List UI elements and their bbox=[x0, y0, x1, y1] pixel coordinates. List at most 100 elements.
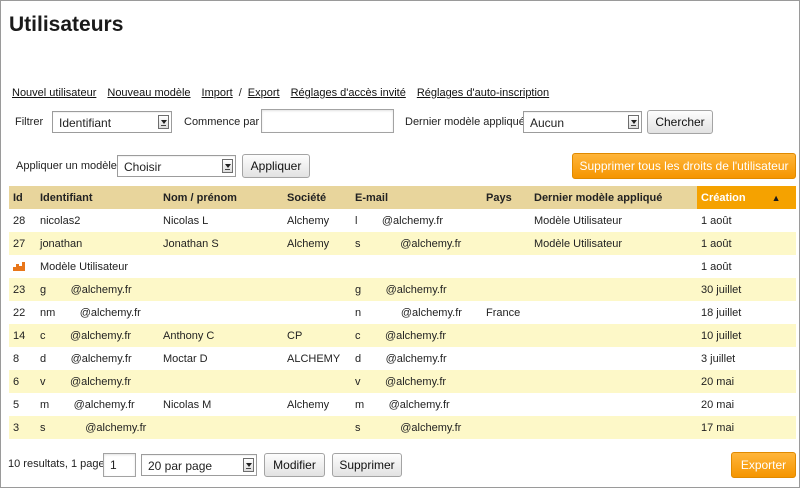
table-row[interactable]: 23 g @alchemy.fr g @alchemy.fr 30 juillet bbox=[9, 278, 796, 301]
cell-pays bbox=[482, 278, 530, 301]
cell-email: s @alchemy.fr bbox=[351, 232, 482, 255]
cell-pays bbox=[482, 209, 530, 232]
column-header-creation[interactable]: Création ▲ bbox=[697, 186, 796, 209]
cell-nom-text: Moctar D bbox=[163, 352, 208, 365]
cell-creation-text: 1 août bbox=[701, 214, 732, 227]
cell-creation-text: 20 mai bbox=[701, 398, 735, 411]
cell-societe-text: Alchemy bbox=[287, 214, 330, 227]
delete-button[interactable]: Supprimer bbox=[332, 453, 402, 477]
table-row[interactable]: 22 nm @alchemy.fr n @alchemy.fr France 18 ju… bbox=[9, 301, 796, 324]
page-number-input[interactable]: 1 bbox=[103, 453, 136, 477]
table-header-row: Id Identifiant Nom / prénom Société E-ma… bbox=[9, 186, 796, 209]
column-header-identifiant[interactable]: Identifiant bbox=[36, 186, 159, 209]
new-model-link[interactable]: Nouveau modèle bbox=[107, 87, 190, 99]
dropdown-arrow-icon bbox=[243, 458, 254, 472]
cell-pays bbox=[482, 393, 530, 416]
export-button[interactable]: Exporter bbox=[731, 452, 796, 478]
remove-all-rights-button[interactable]: Supprimer tous les droits de l'utilisate… bbox=[572, 153, 796, 179]
cell-identifiant: m @alchemy.fr bbox=[36, 393, 159, 416]
cell-identifiant-text: v @alchemy.fr bbox=[40, 375, 132, 388]
cell-creation: 1 août bbox=[697, 232, 796, 255]
cell-dernier-modele: Modèle Utilisateur bbox=[530, 232, 697, 255]
cell-id-text: 28 bbox=[13, 214, 26, 227]
table-row-model[interactable]: Modèle Utilisateur 1 août bbox=[9, 255, 796, 278]
cell-creation: 18 juillet bbox=[697, 301, 796, 324]
users-table: Id Identifiant Nom / prénom Société E-ma… bbox=[9, 186, 796, 439]
cell-societe bbox=[283, 416, 351, 439]
cell-identifiant-text: jonathan bbox=[40, 237, 83, 250]
cell-identifiant-text: c @alchemy.fr bbox=[40, 329, 132, 342]
cell-creation: 20 mai bbox=[697, 393, 796, 416]
cell-creation: 30 juillet bbox=[697, 278, 796, 301]
cell-creation-text: 3 juillet bbox=[701, 352, 736, 365]
cell-nom bbox=[159, 301, 283, 324]
cell-creation: 1 août bbox=[697, 255, 796, 278]
cell-creation: 10 juillet bbox=[697, 324, 796, 347]
cell-societe-text: CP bbox=[287, 329, 303, 342]
cell-identifiant-text: nm @alchemy.fr bbox=[40, 306, 141, 319]
new-user-link[interactable]: Nouvel utilisateur bbox=[12, 87, 96, 99]
cell-id: 23 bbox=[9, 278, 36, 301]
cell-dernier-modele bbox=[530, 255, 697, 278]
apply-model-label: Appliquer un modèle bbox=[16, 160, 117, 172]
filter-field-select[interactable]: Identifiant bbox=[52, 111, 172, 133]
cell-creation: 20 mai bbox=[697, 370, 796, 393]
apply-model-select[interactable]: Choisir bbox=[117, 155, 236, 177]
modify-button[interactable]: Modifier bbox=[264, 453, 325, 477]
column-header-id[interactable]: Id bbox=[9, 186, 36, 209]
table-row[interactable]: 27 jonathan Jonathan S Alchemy s @alchemy.fr… bbox=[9, 232, 796, 255]
cell-id bbox=[9, 255, 36, 278]
column-header-pays[interactable]: Pays bbox=[482, 186, 530, 209]
cell-email-text: s @alchemy.fr bbox=[355, 421, 462, 434]
cell-id-text: 23 bbox=[13, 283, 26, 296]
link-separator: / bbox=[238, 87, 242, 99]
cell-email: s @alchemy.fr bbox=[351, 416, 482, 439]
cell-id-text: 3 bbox=[13, 421, 20, 434]
last-model-select[interactable]: Aucun bbox=[523, 111, 642, 133]
cell-dernier-modele bbox=[530, 347, 697, 370]
guest-access-settings-link[interactable]: Réglages d'accès invité bbox=[291, 87, 406, 99]
cell-creation-text: 18 juillet bbox=[701, 306, 742, 319]
cell-identifiant-text: s @alchemy.fr bbox=[40, 421, 147, 434]
cell-nom-text: Jonathan S bbox=[163, 237, 219, 250]
cell-identifiant-text: Modèle Utilisateur bbox=[40, 260, 129, 273]
column-header-dernier-modele[interactable]: Dernier modèle appliqué bbox=[530, 186, 697, 209]
import-link[interactable]: Import bbox=[202, 87, 233, 99]
cell-nom bbox=[159, 278, 283, 301]
column-header-creation-label: Création bbox=[701, 191, 746, 204]
cell-identifiant-text: g @alchemy.fr bbox=[40, 283, 132, 296]
cell-creation-text: 1 août bbox=[701, 260, 732, 273]
table-row[interactable]: 8 d @alchemy.fr Moctar D ALCHEMY d @alchemy.… bbox=[9, 347, 796, 370]
table-row[interactable]: 28 nicolas2 Nicolas L Alchemy l @alchemy.fr M… bbox=[9, 209, 796, 232]
table-row[interactable]: 3 s @alchemy.fr s @alchemy.fr 17 mai bbox=[9, 416, 796, 439]
export-link[interactable]: Export bbox=[248, 87, 280, 99]
table-row[interactable]: 14 c @alchemy.fr Anthony C CP c @alchemy.fr 1… bbox=[9, 324, 796, 347]
cell-id-text: 6 bbox=[13, 375, 20, 388]
column-header-societe[interactable]: Société bbox=[283, 186, 351, 209]
cell-dernier-modele bbox=[530, 301, 697, 324]
cell-email-text: n @alchemy.fr bbox=[355, 306, 462, 319]
cell-societe: CP bbox=[283, 324, 351, 347]
cell-identifiant: s @alchemy.fr bbox=[36, 416, 159, 439]
cell-email: d @alchemy.fr bbox=[351, 347, 482, 370]
cell-id: 14 bbox=[9, 324, 36, 347]
cell-societe bbox=[283, 255, 351, 278]
cell-email-text: s @alchemy.fr bbox=[355, 237, 462, 250]
apply-button[interactable]: Appliquer bbox=[242, 154, 310, 178]
cell-identifiant: nicolas2 bbox=[36, 209, 159, 232]
per-page-select[interactable]: 20 par page bbox=[141, 454, 257, 476]
table-body: 28 nicolas2 Nicolas L Alchemy l @alchemy.fr M… bbox=[9, 209, 796, 439]
cell-societe: ALCHEMY bbox=[283, 347, 351, 370]
table-row[interactable]: 5 m @alchemy.fr Nicolas M Alchemy m @alchemy… bbox=[9, 393, 796, 416]
cell-creation: 3 juillet bbox=[697, 347, 796, 370]
search-button[interactable]: Chercher bbox=[647, 110, 713, 134]
column-header-email[interactable]: E-mail bbox=[351, 186, 482, 209]
cell-email-text: g @alchemy.fr bbox=[355, 283, 447, 296]
sort-ascending-icon: ▲ bbox=[771, 192, 781, 203]
self-registration-settings-link[interactable]: Réglages d'auto-inscription bbox=[417, 87, 549, 99]
cell-pays bbox=[482, 416, 530, 439]
starts-with-input[interactable] bbox=[261, 109, 394, 133]
column-header-nom[interactable]: Nom / prénom bbox=[159, 186, 283, 209]
table-row[interactable]: 6 v @alchemy.fr v @alchemy.fr 20 mai bbox=[9, 370, 796, 393]
cell-id: 3 bbox=[9, 416, 36, 439]
